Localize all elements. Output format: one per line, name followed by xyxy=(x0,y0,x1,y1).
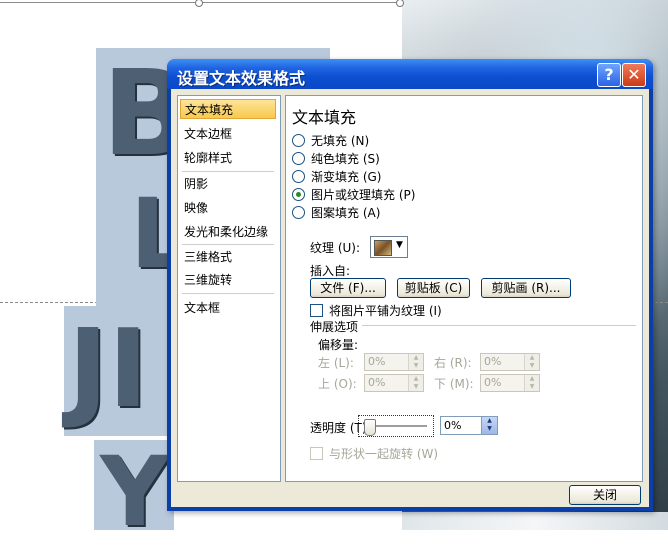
spin-arrows-icon[interactable]: ▲ ▼ xyxy=(524,375,539,391)
offset-top-input[interactable]: 0% ▲ ▼ xyxy=(364,374,424,392)
nav-divider xyxy=(182,293,274,294)
nav-item-3d-rotation[interactable]: 三维旋转 xyxy=(180,270,276,290)
offset-left-input[interactable]: 0% ▲ ▼ xyxy=(364,353,424,371)
nav-divider xyxy=(182,244,274,245)
nav-item-text-box[interactable]: 文本框 xyxy=(180,298,276,318)
spin-value: 0% xyxy=(484,355,502,368)
format-text-effects-dialog: 设置文本效果格式 ? ✕ 文本填充 文本边框 轮廓样式 阴影 映像 发光和柔化边… xyxy=(167,59,653,511)
offset-bottom-label: 下 (M): xyxy=(434,377,474,391)
nav-item-shadow[interactable]: 阴影 xyxy=(180,174,276,194)
offset-left-label: 左 (L): xyxy=(318,356,354,370)
offset-right-input[interactable]: 0% ▲ ▼ xyxy=(480,353,540,371)
spin-value: 0% xyxy=(368,376,386,389)
dialog-titlebar[interactable]: 设置文本效果格式 ? ✕ xyxy=(167,59,653,89)
radio-pattern-fill[interactable]: 图案填充 (A) xyxy=(292,205,380,221)
nav-item-glow-soft-edges[interactable]: 发光和柔化边缘 xyxy=(180,222,276,242)
wordart-letter: Y xyxy=(100,436,170,548)
rotate-with-shape-checkbox[interactable]: 与形状一起旋转 (W) xyxy=(310,445,438,462)
section-title: 文本填充 xyxy=(292,108,357,127)
dialog-title: 设置文本效果格式 xyxy=(177,69,306,88)
slider-thumb[interactable] xyxy=(364,419,376,436)
radio-picture-texture-fill[interactable]: 图片或纹理填充 (P) xyxy=(292,187,415,203)
nav-divider xyxy=(182,171,274,172)
help-button[interactable]: ? xyxy=(597,63,621,87)
spin-arrows-icon[interactable]: ▲ ▼ xyxy=(481,417,497,434)
radio-circle-checked[interactable] xyxy=(292,188,305,201)
close-icon[interactable]: ✕ xyxy=(622,63,646,87)
radio-label: 无填充 (N) xyxy=(311,134,370,148)
spin-arrows-icon[interactable]: ▲ ▼ xyxy=(408,375,423,391)
checkbox-label: 将图片平铺为纹理 (I) xyxy=(329,304,442,318)
chevron-down-icon: ▼ xyxy=(396,240,403,250)
checkbox-box[interactable] xyxy=(310,447,323,460)
clipboard-button[interactable]: 剪贴板 (C) xyxy=(397,278,470,298)
texture-dropdown[interactable]: ▼ xyxy=(370,236,408,258)
transparency-value: 0% xyxy=(444,419,462,432)
wordart-letter: JI xyxy=(68,307,149,432)
nav-item-text-outline[interactable]: 文本边框 xyxy=(180,124,276,144)
offset-right-label: 右 (R): xyxy=(434,356,472,370)
offset-bottom-input[interactable]: 0% ▲ ▼ xyxy=(480,374,540,392)
radio-circle[interactable] xyxy=(292,206,305,219)
spin-arrows-icon[interactable]: ▲ ▼ xyxy=(524,354,539,370)
nav-item-outline-style[interactable]: 轮廓样式 xyxy=(180,148,276,168)
radio-label: 纯色填充 (S) xyxy=(311,152,380,166)
insert-from-label: 插入自: xyxy=(310,264,351,278)
checkbox-box[interactable] xyxy=(310,304,323,317)
background-photo-strip xyxy=(402,512,668,530)
texture-label: 纹理 (U): xyxy=(310,241,361,255)
file-button[interactable]: 文件 (F)... xyxy=(310,278,386,298)
nav-item-3d-format[interactable]: 三维格式 xyxy=(180,247,276,267)
radio-label: 图片或纹理填充 (P) xyxy=(311,188,416,202)
selection-handle[interactable] xyxy=(195,0,203,7)
settings-panel: 文本填充 无填充 (N) 纯色填充 (S) 渐变填充 (G) 图片或纹理填充 (… xyxy=(285,95,643,482)
radio-no-fill[interactable]: 无填充 (N) xyxy=(292,133,369,149)
texture-swatch-icon xyxy=(374,240,392,256)
group-divider xyxy=(362,325,636,326)
spin-value: 0% xyxy=(368,355,386,368)
transparency-slider[interactable] xyxy=(358,415,434,437)
checkbox-label: 与形状一起旋转 (W) xyxy=(329,447,439,461)
nav-item-reflection[interactable]: 映像 xyxy=(180,198,276,218)
clipart-button[interactable]: 剪贴画 (R)... xyxy=(481,278,571,298)
stretch-options-label: 伸展选项 xyxy=(310,320,359,334)
offset-top-label: 上 (O): xyxy=(318,377,357,391)
tile-checkbox[interactable]: 将图片平铺为纹理 (I) xyxy=(310,302,442,319)
close-button[interactable]: 关闭 xyxy=(569,485,641,505)
radio-circle[interactable] xyxy=(292,170,305,183)
radio-label: 渐变填充 (G) xyxy=(311,170,382,184)
offset-label: 偏移量: xyxy=(318,338,359,352)
spin-arrows-icon[interactable]: ▲ ▼ xyxy=(408,354,423,370)
dialog-client-area: 文本填充 文本边框 轮廓样式 阴影 映像 发光和柔化边缘 三维格式 三维旋转 文… xyxy=(171,89,649,507)
category-list: 文本填充 文本边框 轮廓样式 阴影 映像 发光和柔化边缘 三维格式 三维旋转 文… xyxy=(177,95,281,482)
nav-item-text-fill[interactable]: 文本填充 xyxy=(180,99,276,119)
radio-solid-fill[interactable]: 纯色填充 (S) xyxy=(292,151,380,167)
radio-circle[interactable] xyxy=(292,152,305,165)
spin-value: 0% xyxy=(484,376,502,389)
radio-circle[interactable] xyxy=(292,134,305,147)
transparency-input[interactable]: 0% ▲ ▼ xyxy=(440,416,498,435)
radio-gradient-fill[interactable]: 渐变填充 (G) xyxy=(292,169,381,185)
radio-label: 图案填充 (A) xyxy=(311,206,381,220)
